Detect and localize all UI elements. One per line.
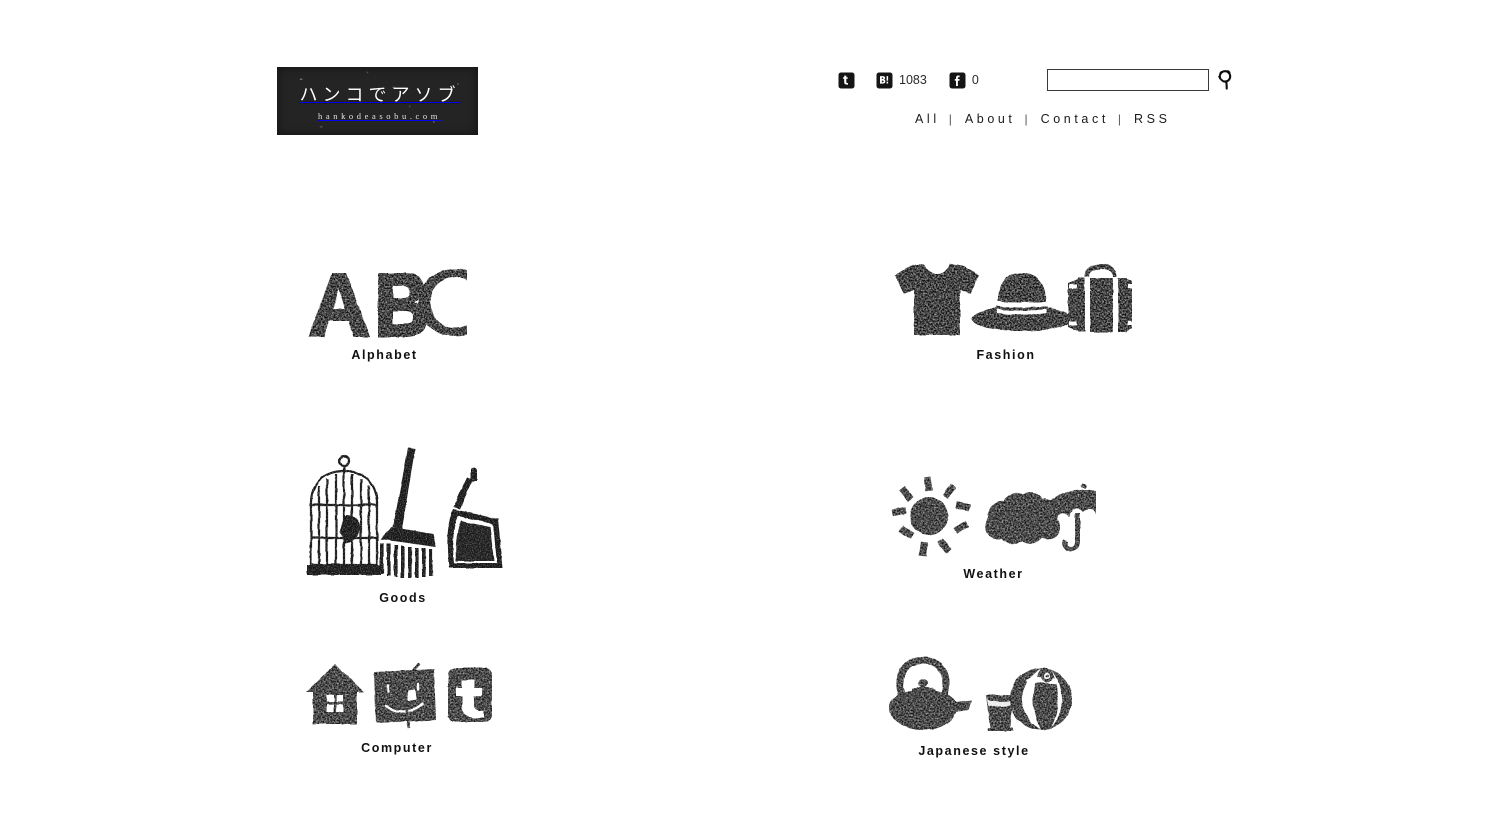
category-fashion[interactable]: Fashion xyxy=(593,245,1132,430)
social-links: 1083 0 xyxy=(838,68,979,92)
computer-stamp-icon xyxy=(306,662,492,729)
category-weather[interactable]: Weather xyxy=(593,430,1096,640)
nav-separator: | xyxy=(948,112,952,126)
category-grid: Alphabet Fashion Goods Weather Computer … xyxy=(280,245,1220,790)
search-area xyxy=(1047,68,1236,92)
logo-subtitle: hankodeasobu.com xyxy=(318,111,441,121)
nav-item-rss[interactable]: RSS xyxy=(1134,112,1171,126)
category-alphabet[interactable]: Alphabet xyxy=(280,245,593,430)
facebook-icon[interactable] xyxy=(949,72,966,89)
category-japanese-style[interactable]: Japanese style xyxy=(593,640,1072,790)
goods-art xyxy=(297,443,509,581)
nav-item-all[interactable]: All xyxy=(915,112,940,126)
category-kitchenware[interactable]: kitchenware xyxy=(906,430,1219,640)
computer-art xyxy=(302,662,492,730)
category-label: Goods xyxy=(379,591,427,605)
search-input[interactable] xyxy=(1047,69,1209,91)
logo-title: ハンコでアソブ xyxy=(299,85,461,105)
category-label: Computer xyxy=(361,741,433,755)
category-symbol[interactable]: Symbol xyxy=(906,245,1219,430)
abc-stamp-icon xyxy=(308,269,467,337)
search-icon xyxy=(1218,70,1232,90)
category-label: Alphabet xyxy=(351,348,418,362)
twitter-icon[interactable] xyxy=(838,72,855,89)
hatena-bookmark-icon[interactable] xyxy=(876,72,893,89)
category-computer[interactable]: Computer xyxy=(280,640,593,790)
category-row: Alphabet Fashion xyxy=(280,245,1220,430)
category-goods[interactable]: Goods xyxy=(280,430,593,640)
nav-item-contact[interactable]: Contact xyxy=(1041,112,1109,126)
main-nav: All | About | Contact | RSS xyxy=(915,112,1171,126)
hatena-count: 1083 xyxy=(899,73,927,87)
goods-stamp-icon xyxy=(307,448,503,578)
category-row: Goods Weather xyxy=(280,430,1220,640)
nav-separator: | xyxy=(1024,112,1028,126)
site-logo[interactable]: ハンコでアソブ hankodeasobu.com xyxy=(277,67,478,135)
nav-separator: | xyxy=(1117,112,1122,126)
facebook-count: 0 xyxy=(971,73,979,87)
category-number[interactable]: Number xyxy=(906,640,1219,790)
site-header: ハンコでアソブ hankodeasobu.com 1083 0 All | Ab… xyxy=(0,0,1500,160)
nav-item-about[interactable]: About xyxy=(965,112,1016,126)
alphabet-art xyxy=(302,267,467,339)
category-row: Computer Japanese style xyxy=(280,640,1220,790)
search-button[interactable] xyxy=(1216,68,1236,92)
